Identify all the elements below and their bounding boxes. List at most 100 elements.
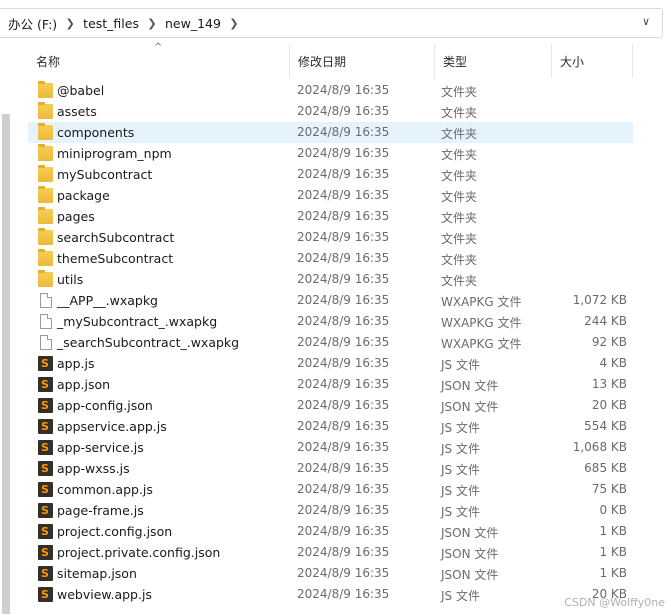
folder-icon (38, 228, 53, 245)
file-row[interactable]: utils 2024/8/9 16:35 文件夹 (28, 269, 633, 290)
file-row[interactable]: app-service.js 2024/8/9 16:35 JS 文件 1,068 K… (28, 437, 633, 458)
sublime-file-icon (38, 503, 53, 518)
watermark: CSDN @Wolffy0ne (564, 596, 665, 609)
file-row[interactable]: searchSubcontract 2024/8/9 16:35 文件夹 (28, 227, 633, 248)
folder-icon (38, 249, 53, 266)
file-name: package (57, 188, 110, 203)
file-row[interactable]: __APP__.wxapkg 2024/8/9 16:35 WXAPKG 文件 1,0… (28, 290, 633, 311)
file-row[interactable]: sitemap.json 2024/8/9 16:35 JSON 文件 1 KB (28, 563, 633, 584)
file-row[interactable]: @babel 2024/8/9 16:35 文件夹 (28, 80, 633, 101)
file-date: 2024/8/9 16:35 (297, 146, 390, 160)
chevron-right-icon[interactable]: ❯ (57, 17, 83, 30)
file-date: 2024/8/9 16:35 (297, 314, 390, 328)
file-type: JSON 文件 (441, 547, 499, 561)
breadcrumb-drive[interactable]: 办公 (F:) (8, 14, 57, 33)
breadcrumb-test-files[interactable]: test_files (83, 16, 139, 31)
folder-icon (38, 144, 53, 161)
column-header-date[interactable]: 修改日期 (290, 44, 435, 78)
file-row[interactable]: app.js 2024/8/9 16:35 JS 文件 4 KB (28, 353, 633, 374)
chevron-down-icon[interactable]: ∨ (642, 15, 650, 28)
file-size: 4 KB (599, 356, 627, 370)
file-row[interactable]: app-wxss.js 2024/8/9 16:35 JS 文件 685 KB (28, 458, 633, 479)
file-date: 2024/8/9 16:35 (297, 440, 390, 454)
file-type: 文件夹 (441, 127, 478, 141)
file-type: 文件夹 (441, 85, 478, 99)
file-row[interactable]: _searchSubcontract_.wxapkg 2024/8/9 16:35… (28, 332, 633, 353)
file-date: 2024/8/9 16:35 (297, 524, 390, 538)
column-header: 名称 ^ 修改日期 类型 大小 (28, 42, 671, 78)
file-row[interactable]: page-frame.js 2024/8/9 16:35 JS 文件 0 KB (28, 500, 633, 521)
file-row[interactable]: components 2024/8/9 16:35 文件夹 (28, 122, 633, 143)
column-size-label: 大小 (560, 54, 585, 69)
file-name: app.js (57, 356, 95, 371)
file-icon (40, 335, 52, 350)
file-row[interactable]: app-config.json 2024/8/9 16:35 JSON 文件 20 K… (28, 395, 633, 416)
file-name: _mySubcontract_.wxapkg (57, 314, 218, 329)
file-size: 13 KB (591, 377, 627, 391)
file-name: miniprogram_npm (57, 146, 172, 161)
file-type: 文件夹 (441, 211, 478, 225)
file-date: 2024/8/9 16:35 (297, 356, 390, 370)
file-row[interactable]: pages 2024/8/9 16:35 文件夹 (28, 206, 633, 227)
chevron-right-icon[interactable]: ❯ (139, 17, 165, 30)
sublime-file-icon (38, 566, 53, 581)
file-type: JS 文件 (441, 484, 480, 498)
file-icon (40, 314, 52, 329)
file-date: 2024/8/9 16:35 (297, 104, 390, 118)
file-date: 2024/8/9 16:35 (297, 503, 390, 517)
file-row[interactable]: project.private.config.json 2024/8/9 16:3… (28, 542, 633, 563)
file-row[interactable]: _mySubcontract_.wxapkg 2024/8/9 16:35 WXAP… (28, 311, 633, 332)
file-row[interactable]: project.config.json 2024/8/9 16:35 JSON 文件… (28, 521, 633, 542)
folder-icon (38, 123, 53, 140)
column-header-type[interactable]: 类型 (435, 44, 552, 78)
column-header-size[interactable]: 大小 (552, 44, 633, 78)
file-name: _searchSubcontract_.wxapkg (57, 335, 240, 350)
file-type: 文件夹 (441, 274, 478, 288)
sublime-file-icon (38, 356, 53, 371)
file-name: common.app.js (57, 482, 153, 497)
file-type: 文件夹 (441, 169, 478, 183)
file-type: JSON 文件 (441, 526, 499, 540)
file-row[interactable]: appservice.app.js 2024/8/9 16:35 JS 文件 554 … (28, 416, 633, 437)
file-date: 2024/8/9 16:35 (297, 587, 390, 601)
chevron-right-icon[interactable]: ❯ (221, 17, 247, 30)
file-name: searchSubcontract (57, 230, 175, 245)
file-row[interactable]: common.app.js 2024/8/9 16:35 JS 文件 75 KB (28, 479, 633, 500)
file-icon (40, 293, 52, 308)
column-header-name[interactable]: 名称 ^ (28, 42, 290, 78)
file-name: appservice.app.js (57, 419, 167, 434)
folder-icon (38, 81, 53, 98)
file-date: 2024/8/9 16:35 (297, 377, 390, 391)
file-date: 2024/8/9 16:35 (297, 272, 390, 286)
file-row[interactable]: webview.app.js2024/8/9 16:35JS 文件20 KB (28, 584, 633, 605)
file-row[interactable]: assets 2024/8/9 16:35 文件夹 (28, 101, 633, 122)
file-name: pages (57, 209, 95, 224)
file-size: 75 KB (591, 482, 627, 496)
file-size: 1,068 KB (572, 440, 627, 454)
file-date: 2024/8/9 16:35 (297, 545, 390, 559)
folder-icon (38, 165, 53, 182)
file-row[interactable]: app.json 2024/8/9 16:35 JSON 文件 13 KB (28, 374, 633, 395)
file-date: 2024/8/9 16:35 (297, 251, 390, 265)
file-name: app-service.js (57, 440, 144, 455)
file-date: 2024/8/9 16:35 (297, 83, 390, 97)
file-row[interactable]: mySubcontract 2024/8/9 16:35 文件夹 (28, 164, 633, 185)
sublime-file-icon (38, 545, 53, 560)
breadcrumb-new-149[interactable]: new_149 (165, 16, 221, 31)
file-date: 2024/8/9 16:35 (297, 209, 390, 223)
address-box[interactable]: 办公 (F:) ❯ test_files ❯ new_149 ❯ ∨ (0, 8, 663, 38)
folder-icon (38, 270, 53, 287)
folder-icon (38, 102, 53, 119)
file-row[interactable]: package 2024/8/9 16:35 文件夹 (28, 185, 633, 206)
file-size: 244 KB (584, 314, 627, 328)
file-name: app.json (57, 377, 111, 392)
sublime-file-icon (38, 377, 53, 392)
column-name-label: 名称 (36, 54, 61, 69)
file-row[interactable]: miniprogram_npm 2024/8/9 16:35 文件夹 (28, 143, 633, 164)
file-row[interactable]: themeSubcontract 2024/8/9 16:35 文件夹 (28, 248, 633, 269)
file-name: mySubcontract (57, 167, 153, 182)
nav-pane-scrollbar[interactable] (0, 44, 14, 615)
scrollbar-thumb[interactable] (2, 114, 10, 614)
file-type: WXAPKG 文件 (441, 316, 522, 330)
file-name: components (57, 125, 135, 140)
